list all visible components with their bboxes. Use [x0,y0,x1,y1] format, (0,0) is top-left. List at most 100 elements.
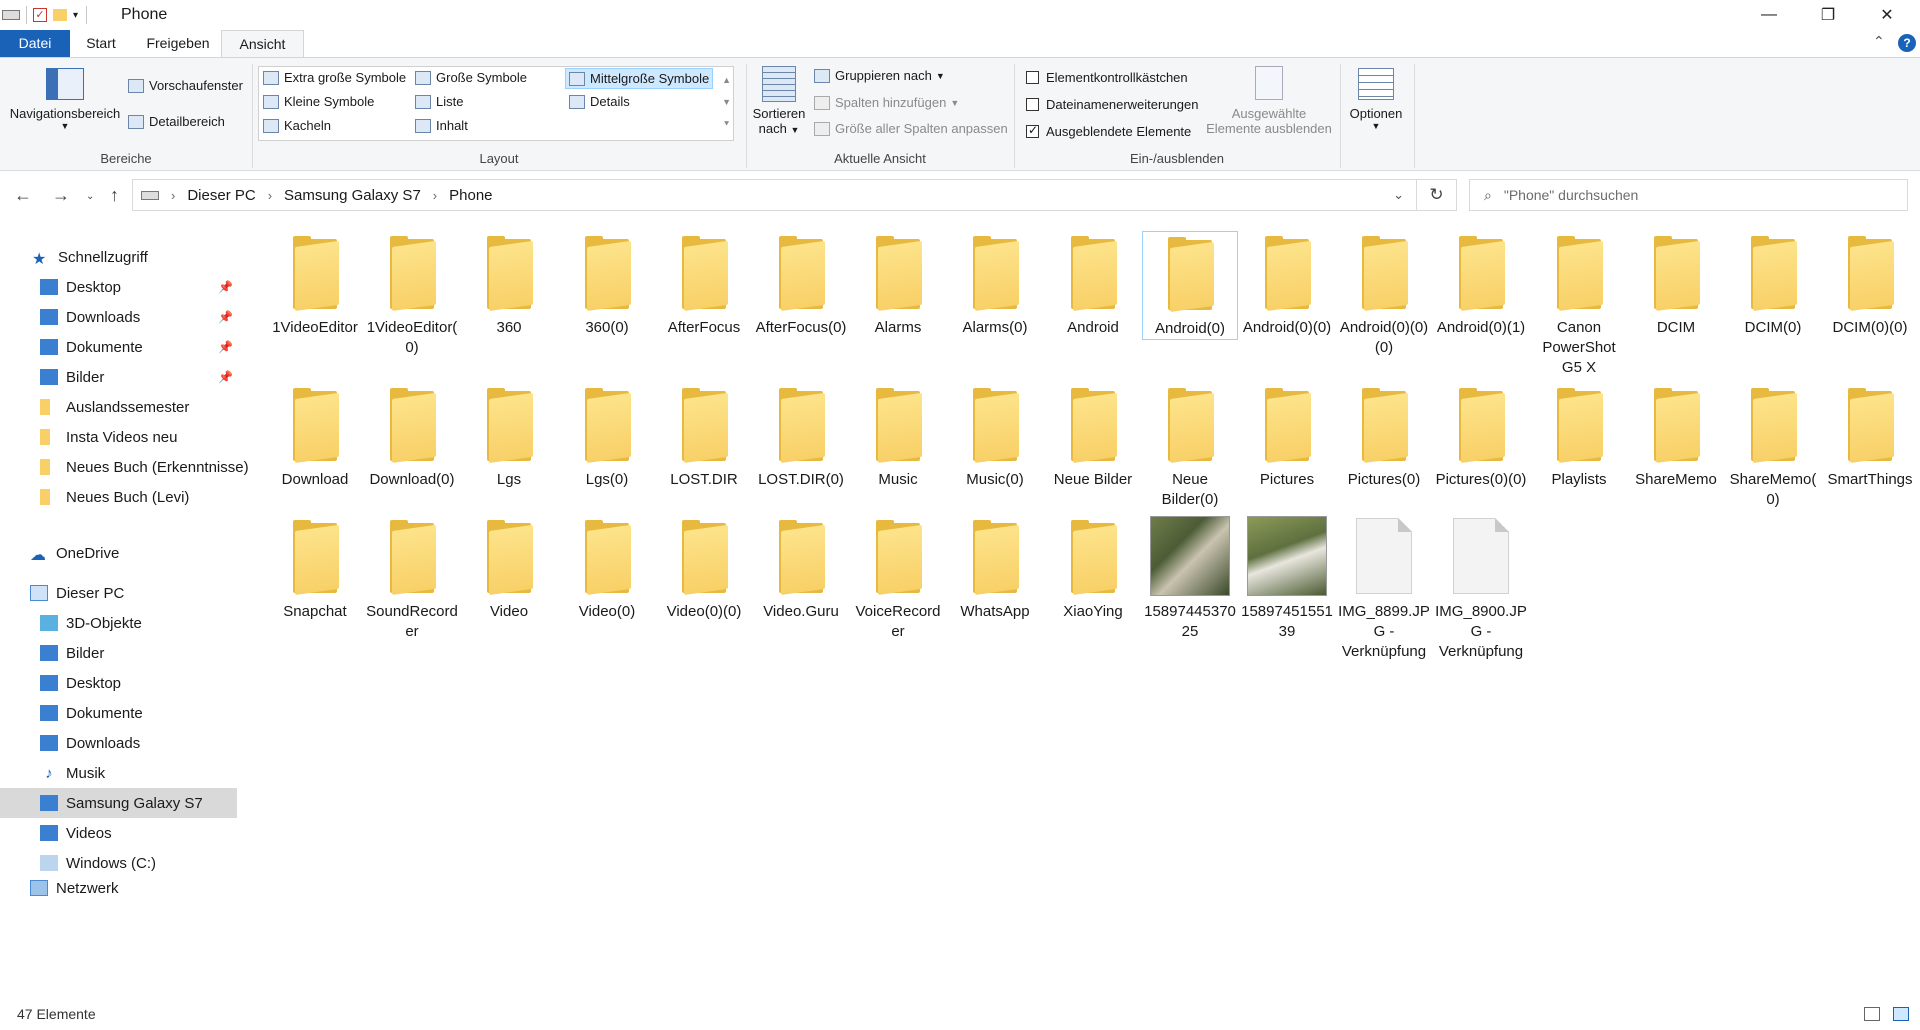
address-bar[interactable]: › Dieser PC › Samsung Galaxy S7 › Phone … [132,179,1417,211]
folder-item[interactable]: 1VideoEditor(0) [364,231,460,358]
checkbox-ausgeblendete[interactable] [1026,123,1039,138]
folder-item[interactable]: Android [1045,231,1141,338]
large-icons-view-icon[interactable] [1893,1007,1909,1021]
new-folder-icon[interactable] [53,9,67,21]
checkbox-dateinamen[interactable] [1026,98,1039,111]
nav-quick-item[interactable]: Desktop 📌 [0,272,237,302]
detailbereich-button[interactable]: Detailbereich [128,114,225,129]
breadcrumb-phone[interactable]: Phone [449,187,492,204]
folder-item[interactable]: Lgs [461,383,557,490]
maximize-button[interactable]: ❐ [1799,0,1857,30]
folder-item[interactable]: AfterFocus [656,231,752,338]
folder-item[interactable]: AfterFocus(0) [753,231,849,338]
minimize-button[interactable]: — [1740,0,1798,30]
folder-item[interactable]: Pictures(0) [1336,383,1432,490]
back-arrow-icon[interactable]: ← [14,185,32,206]
folder-item[interactable]: Video(0)(0) [656,515,752,622]
search-box[interactable]: ⌕ "Phone" durchsuchen [1469,179,1908,211]
forward-arrow-icon[interactable]: → [52,185,70,206]
breadcrumb-chevron-icon[interactable]: › [268,188,272,203]
optionen-button[interactable]: Optionen ▼ [1344,68,1408,131]
folder-item[interactable]: Android(0)(1) [1433,231,1529,338]
gruppieren-button[interactable]: Gruppieren nach ▼ [814,68,945,83]
nav-pc-item[interactable]: ♪ Musik [0,758,237,788]
breadcrumb-samsung[interactable]: Samsung Galaxy S7 [284,187,421,204]
address-dropdown-icon[interactable]: ⌄ [1393,187,1404,203]
folder-item[interactable]: Video(0) [559,515,655,622]
folder-item[interactable]: Snapchat [267,515,363,622]
ausgewaehlte-ausblenden-button[interactable]: Ausgewählte Elemente ausblenden [1204,66,1334,136]
nav-pc-item[interactable]: Dokumente [0,698,237,728]
up-arrow-icon[interactable]: ↑ [110,185,119,206]
folder-item[interactable]: LOST.DIR(0) [753,383,849,490]
layout-inhalt[interactable]: Inhalt [415,118,468,133]
layout-extra-gross[interactable]: Extra große Symbole [263,70,406,85]
pin-icon[interactable]: 📌 [218,280,233,294]
folder-item[interactable]: Android(0) [1142,231,1238,340]
recent-locations-chevron-icon[interactable]: ⌄ [86,191,94,202]
folder-item[interactable]: Music(0) [947,383,1043,490]
layout-mittelgross[interactable]: Mittelgroße Symbole [565,68,714,89]
nav-pc-item[interactable]: Bilder [0,638,237,668]
folder-item[interactable]: Android(0)(0)(0) [1336,231,1432,358]
details-view-icon[interactable] [1864,1007,1880,1021]
folder-item[interactable]: Canon PowerShot G5 X [1531,231,1627,378]
nav-netzwerk[interactable]: Netzwerk [0,873,237,903]
close-button[interactable]: ✕ [1858,0,1916,30]
folder-item[interactable]: ShareMemo [1628,383,1724,490]
folder-item[interactable]: Video.Guru [753,515,849,622]
breadcrumb-dieser-pc[interactable]: Dieser PC [187,187,255,204]
collapse-ribbon-icon[interactable]: ⌃ [1873,33,1885,50]
folder-item[interactable]: Android(0)(0) [1239,231,1335,338]
breadcrumb-chevron-icon[interactable]: › [171,188,175,203]
nav-quick-item[interactable]: Auslandssemester [0,392,237,422]
ausgeblendete-elemente-toggle[interactable]: Ausgeblendete Elemente [1026,123,1191,139]
spalten-anpassen-button[interactable]: Größe aller Spalten anpassen [814,121,1008,136]
checkbox-elementkontroll[interactable] [1026,71,1039,84]
gallery-scroll[interactable]: ▲ ▼ ⯆ [722,69,731,135]
tab-start[interactable]: Start [72,30,130,57]
nav-quick-item[interactable]: Neues Buch (Levi) [0,482,237,512]
drive-icon[interactable] [2,10,20,20]
folder-item[interactable]: DCIM(0) [1725,231,1821,338]
nav-pc-item[interactable]: Desktop [0,668,237,698]
navigationsbereich-button[interactable]: Navigationsbereich ▼ [6,68,124,131]
folder-item[interactable]: XiaoYing [1045,515,1141,622]
shortcut-file-item[interactable]: IMG_8900.JPG - Verknüpfung [1433,515,1529,662]
folder-item[interactable]: VoiceRecorder [850,515,946,642]
folder-item[interactable]: Lgs(0) [559,383,655,490]
folder-item[interactable]: DCIM [1628,231,1724,338]
layout-liste[interactable]: Liste [415,94,463,109]
folder-item[interactable]: ShareMemo(0) [1725,383,1821,510]
nav-dieser-pc[interactable]: Dieser PC [0,578,237,608]
folder-item[interactable]: WhatsApp [947,515,1043,622]
nav-quick-item[interactable]: Downloads 📌 [0,302,237,332]
breadcrumb-chevron-icon[interactable]: › [433,188,437,203]
dateinamenerweiterungen-toggle[interactable]: Dateinamenerweiterungen [1026,97,1198,112]
folder-item[interactable]: Playlists [1531,383,1627,490]
nav-pc-item[interactable]: 3D-Objekte [0,608,237,638]
vorschaufenster-button[interactable]: Vorschaufenster [128,78,243,93]
nav-quick-item[interactable]: Insta Videos neu [0,422,237,452]
nav-pc-item[interactable]: Videos [0,818,237,848]
nav-quick-item[interactable]: Bilder 📌 [0,362,237,392]
folder-item[interactable]: Alarms(0) [947,231,1043,338]
pin-icon[interactable]: 📌 [218,370,233,384]
pin-icon[interactable]: 📌 [218,340,233,354]
folder-item[interactable]: Download(0) [364,383,460,490]
folder-item[interactable]: SoundRecorder [364,515,460,642]
shortcut-file-item[interactable]: IMG_8899.JPG - Verknüpfung [1336,515,1432,662]
folder-item[interactable]: Music [850,383,946,490]
tab-ansicht[interactable]: Ansicht [221,30,304,57]
customize-dropdown-icon[interactable]: ▾ [73,10,78,21]
folder-item[interactable]: Pictures(0)(0) [1433,383,1529,490]
folder-item[interactable]: Neue Bilder(0) [1142,383,1238,510]
folder-item[interactable]: LOST.DIR [656,383,752,490]
layout-details[interactable]: Details [569,94,630,109]
nav-pc-item[interactable]: Samsung Galaxy S7 [0,788,237,818]
nav-quick-item[interactable]: Dokumente 📌 [0,332,237,362]
folder-item[interactable]: Pictures [1239,383,1335,490]
nav-onedrive[interactable]: ☁ OneDrive [0,538,237,568]
folder-item[interactable]: Video [461,515,557,622]
folder-item[interactable]: 1VideoEditor [267,231,363,338]
